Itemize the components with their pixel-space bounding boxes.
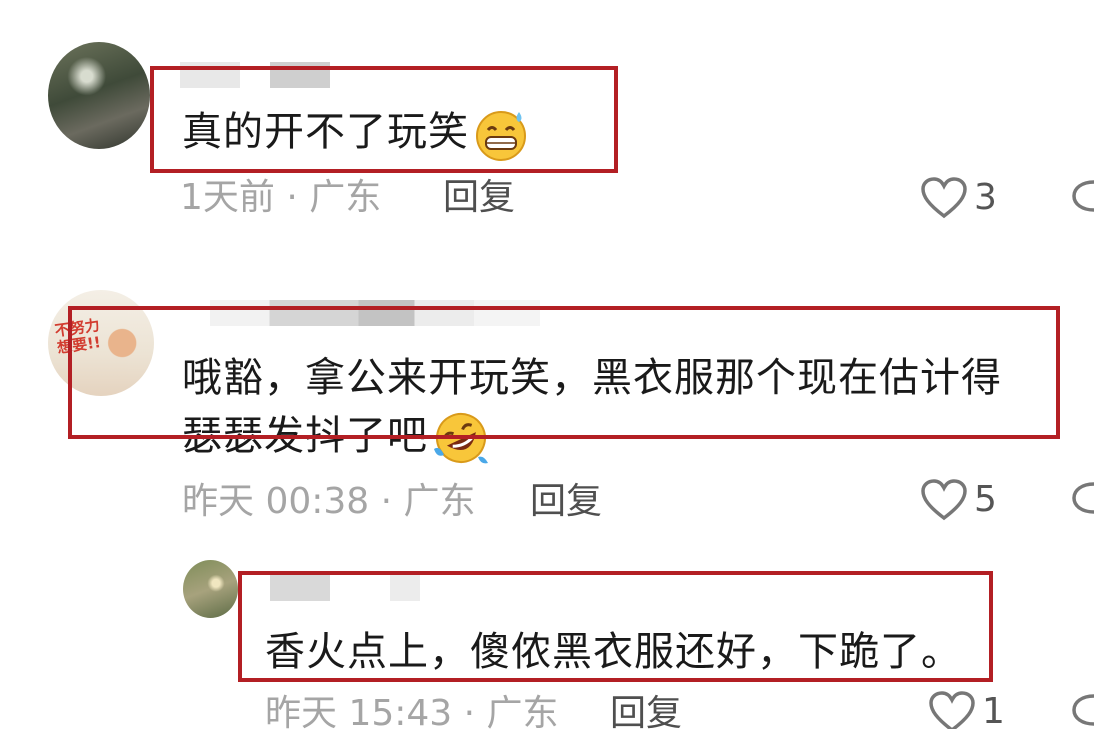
like-count: 3 bbox=[974, 177, 997, 218]
like-button[interactable]: 5 bbox=[920, 478, 997, 522]
like-count: 1 bbox=[982, 691, 1005, 729]
comment-bubble-icon[interactable] bbox=[1070, 690, 1094, 729]
reply-button[interactable]: 回复 bbox=[443, 176, 515, 220]
avatar[interactable] bbox=[48, 42, 150, 149]
highlight-box bbox=[238, 571, 993, 682]
highlight-box bbox=[68, 306, 1060, 439]
heart-outline-icon bbox=[921, 177, 967, 219]
highlight-box bbox=[150, 66, 618, 173]
comment-bubble-icon[interactable] bbox=[1070, 478, 1094, 522]
like-count: 5 bbox=[974, 479, 997, 520]
reply-button[interactable]: 回复 bbox=[610, 692, 682, 729]
reply-button[interactable]: 回复 bbox=[530, 480, 602, 524]
comment-meta: 昨天 15:43 · 广东 bbox=[265, 693, 559, 729]
avatar[interactable] bbox=[183, 560, 238, 618]
heart-outline-icon bbox=[929, 691, 975, 729]
like-button[interactable]: 3 bbox=[920, 176, 997, 220]
comment-bubble-icon[interactable] bbox=[1070, 176, 1094, 220]
like-button[interactable]: 1 bbox=[928, 690, 1005, 729]
heart-outline-icon bbox=[921, 479, 967, 521]
comment-meta: 1天前 · 广东 bbox=[180, 177, 382, 218]
comment-meta: 昨天 00:38 · 广东 bbox=[182, 481, 476, 522]
comment-list: 真的开不了玩笑 1天前 · 广东 回复 3 不努力 想要!! 哦豁，拿公来开玩笑，… bbox=[0, 0, 1094, 729]
